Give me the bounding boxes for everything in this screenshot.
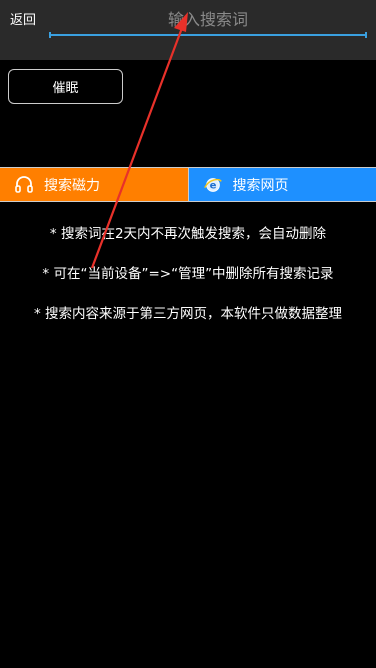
tab-search-magnet-label: 搜索磁力	[44, 177, 100, 194]
search-underline-left-tick	[49, 32, 51, 38]
search-input[interactable]	[49, 4, 367, 36]
tab-search-web-label: 搜索网页	[232, 177, 289, 194]
back-button[interactable]: 返回	[10, 12, 36, 30]
top-bar: 返回	[0, 0, 376, 60]
tab-search-magnet[interactable]: 搜索磁力	[0, 168, 189, 201]
note-manage-history: * 可在“当前设备”=>“管理”中删除所有搜索记录	[42, 266, 334, 282]
note-auto-delete: * 搜索词在2天内不再次触发搜索，会自动删除	[49, 226, 327, 242]
svg-text:e: e	[209, 180, 216, 191]
note-source-disclaimer: * 搜索内容来源于第三方网页，本软件只做数据整理	[33, 306, 343, 322]
info-notes: * 搜索词在2天内不再次触发搜索，会自动删除 * 可在“当前设备”=>“管理”中…	[0, 222, 376, 342]
search-type-tabs: 搜索磁力 e 搜索网页	[0, 167, 376, 202]
headphones-icon	[14, 175, 34, 195]
tab-search-web[interactable]: e 搜索网页	[188, 168, 376, 201]
search-underline-right-tick	[365, 32, 367, 38]
search-field-wrapper	[49, 4, 367, 38]
hypnosis-button[interactable]: 催眠	[8, 69, 123, 104]
app-screen: 返回 催眠 搜索磁力 e	[0, 0, 376, 668]
internet-explorer-icon: e	[203, 175, 223, 195]
